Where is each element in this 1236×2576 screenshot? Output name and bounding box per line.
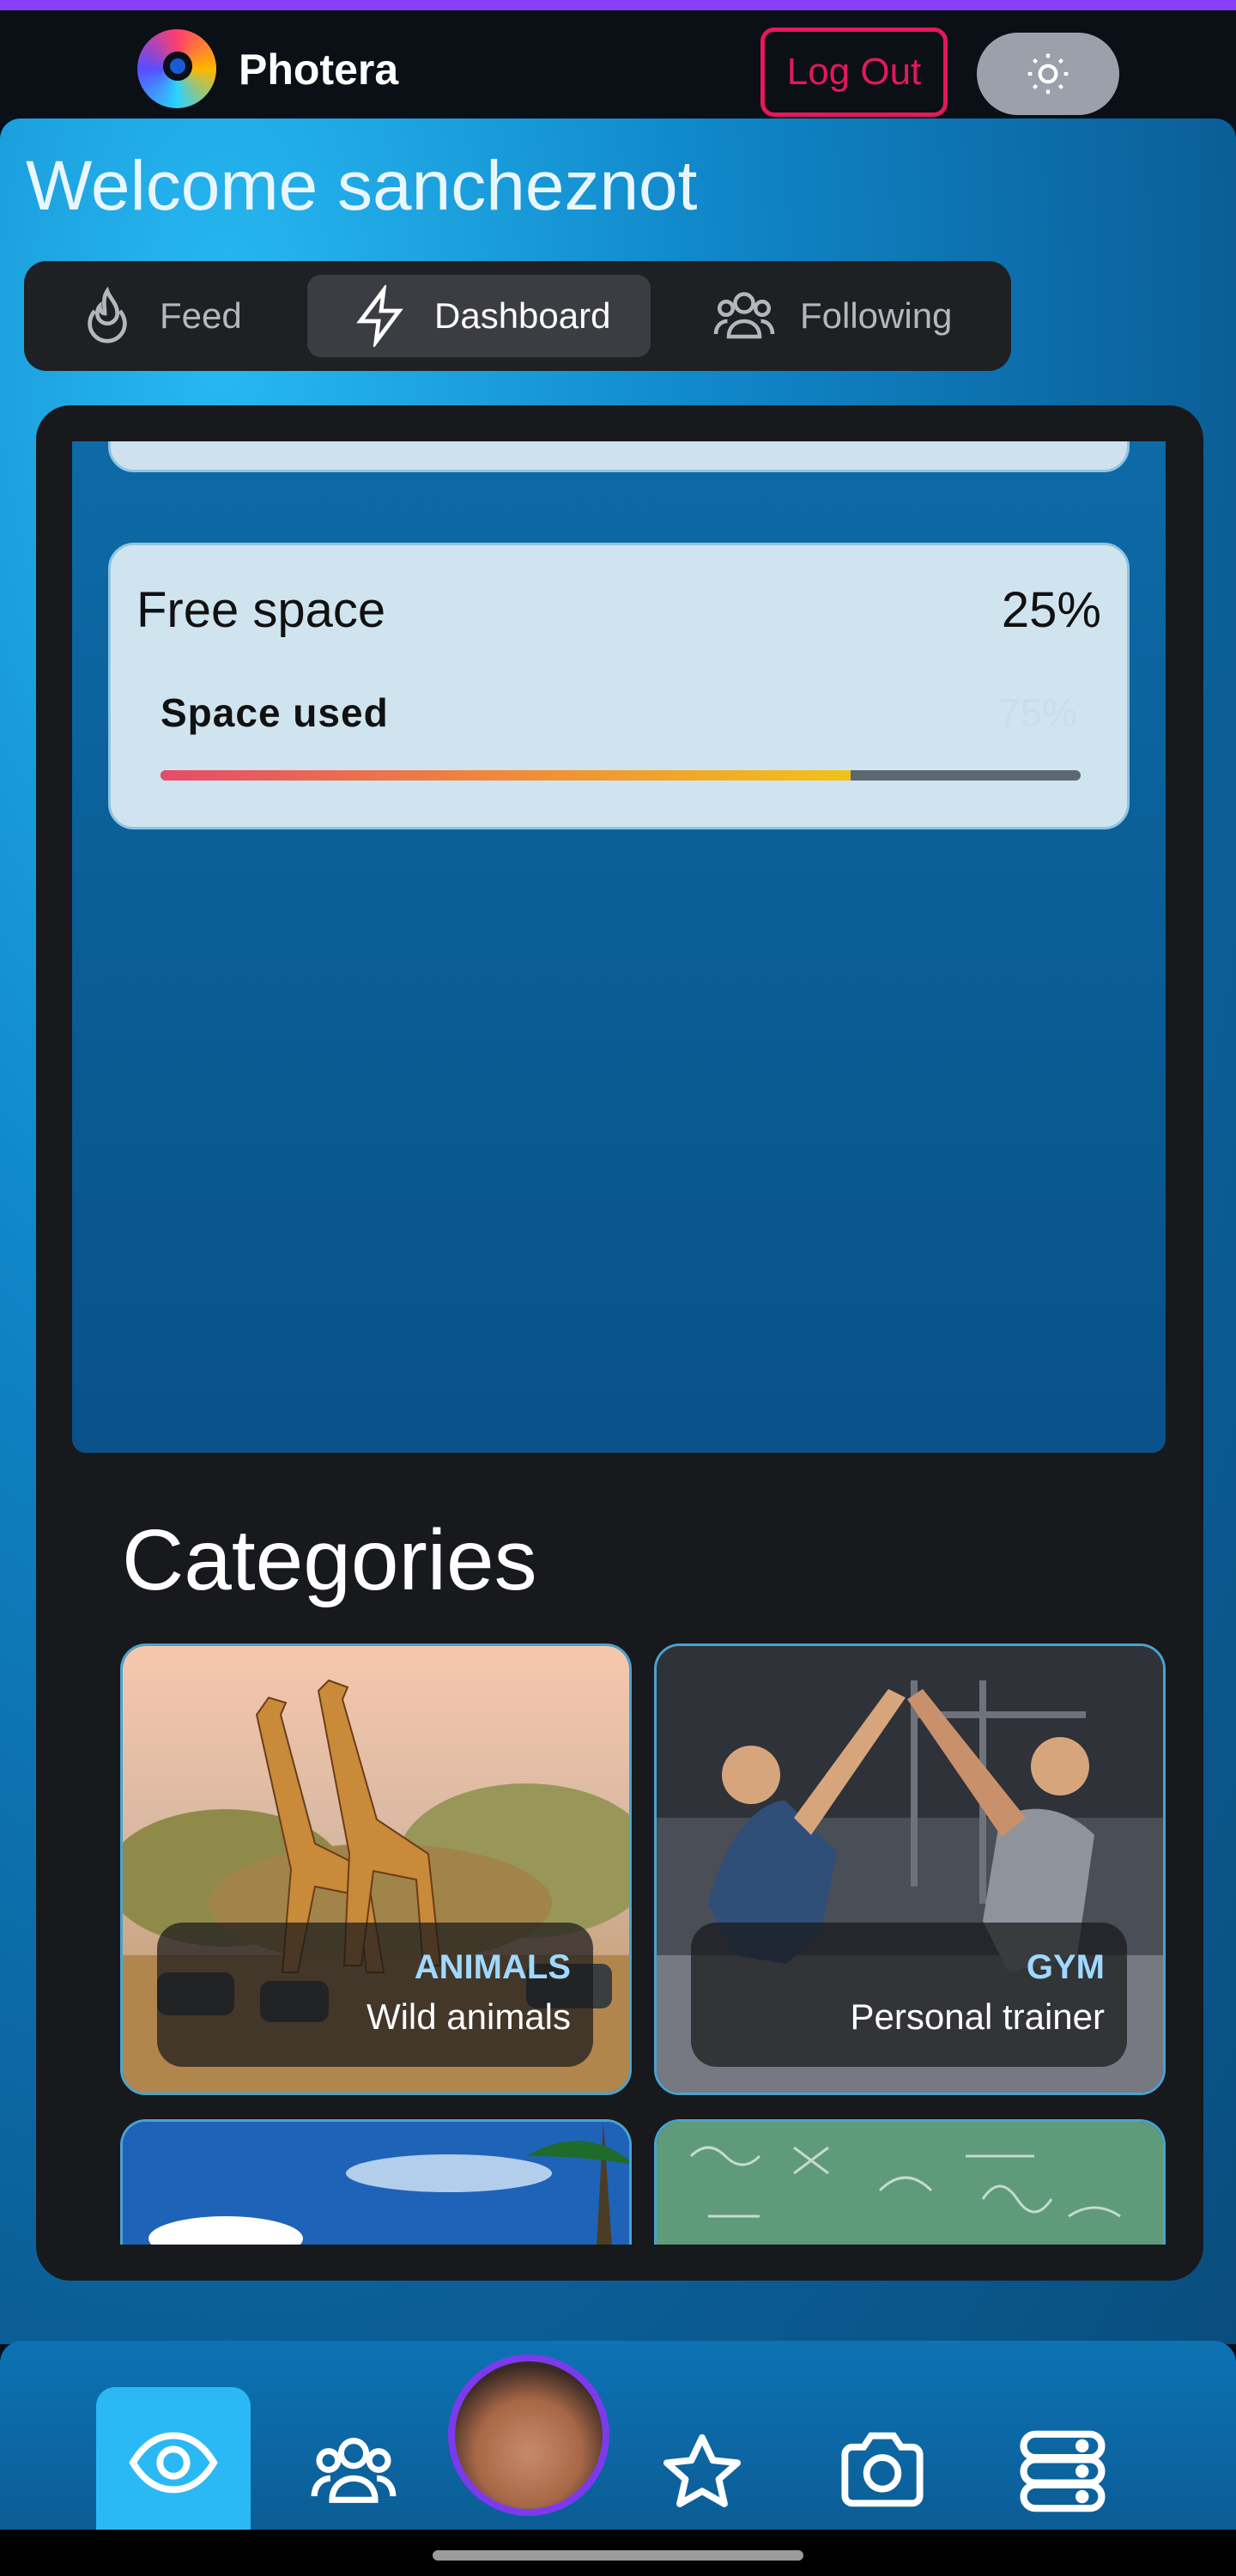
category-subtitle: Personal trainer xyxy=(850,1996,1105,2037)
previous-card xyxy=(108,441,1130,472)
top-app-bar: Photera Log Out xyxy=(0,10,1236,118)
camera-icon xyxy=(841,2432,924,2507)
tab-following[interactable]: Following xyxy=(711,275,1003,357)
lightning-icon xyxy=(356,285,403,347)
eye-icon xyxy=(129,2432,218,2494)
category-tile-animals[interactable]: ANIMALS Wild animals xyxy=(120,1643,632,2095)
math-chalkboard-image xyxy=(657,2122,1163,2245)
nav-users[interactable] xyxy=(276,2387,431,2542)
tab-following-label: Following xyxy=(800,295,953,336)
category-tile-gym[interactable]: GYM Personal trainer xyxy=(654,1643,1166,2095)
beach-image xyxy=(123,2122,629,2245)
section-tabs: Feed Dashboard Following xyxy=(24,261,1011,371)
welcome-heading: Welcome sancheznot xyxy=(26,147,698,225)
category-name: GYM xyxy=(1026,1948,1105,1986)
category-name: ANIMALS xyxy=(414,1948,571,1986)
category-label-animals: ANIMALS Wild animals xyxy=(157,1923,593,2067)
tab-feed-label: Feed xyxy=(160,295,242,336)
profile-avatar-button[interactable] xyxy=(448,2354,609,2516)
nav-favorites[interactable] xyxy=(625,2387,779,2542)
tab-dashboard[interactable]: Dashboard xyxy=(307,275,651,357)
bottom-navigation xyxy=(0,2341,1236,2542)
free-percent: 25% xyxy=(1001,582,1101,638)
nav-eye[interactable] xyxy=(96,2387,251,2542)
app-logo[interactable] xyxy=(137,29,216,108)
app-title: Photera xyxy=(239,46,399,94)
space-used-label: Space used xyxy=(161,690,389,735)
nav-storage[interactable] xyxy=(985,2387,1140,2542)
category-tile-math[interactable] xyxy=(654,2119,1166,2245)
logout-button[interactable]: Log Out xyxy=(760,27,948,117)
sun-icon xyxy=(1027,53,1069,94)
tab-dashboard-label: Dashboard xyxy=(434,295,611,336)
storage-title: Free space xyxy=(136,582,386,638)
nav-camera[interactable] xyxy=(805,2387,960,2542)
category-subtitle: Wild animals xyxy=(366,1996,571,2037)
flame-icon xyxy=(88,286,127,343)
storage-progress-bar xyxy=(161,770,1081,781)
tab-feed[interactable]: Feed xyxy=(77,275,300,357)
theme-toggle-button[interactable] xyxy=(977,33,1119,115)
space-used-percent: 75% xyxy=(997,690,1077,735)
category-label-gym: GYM Personal trainer xyxy=(691,1923,1127,2067)
storage-progress-fill xyxy=(161,770,851,781)
star-icon xyxy=(663,2433,742,2507)
users-icon xyxy=(311,2438,397,2503)
avatar xyxy=(455,2361,603,2509)
users-icon xyxy=(713,292,775,339)
top-accent-bar xyxy=(0,0,1236,10)
server-icon xyxy=(1020,2430,1106,2512)
dashboard-scroll-area[interactable]: Free space 25% Space used 75% xyxy=(72,441,1166,1453)
category-tile-beach[interactable] xyxy=(120,2119,632,2245)
storage-card: Free space 25% Space used 75% xyxy=(108,543,1130,829)
home-indicator[interactable] xyxy=(433,2550,803,2561)
categories-heading: Categories xyxy=(122,1512,537,1608)
